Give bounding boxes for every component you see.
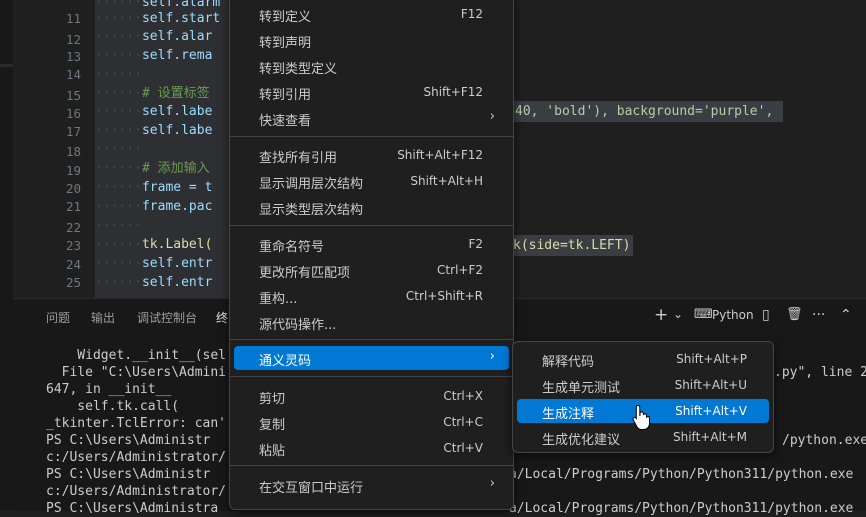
terminal-line: self.tk.call(	[46, 399, 180, 414]
line-number: 24	[65, 257, 81, 272]
menu-separator	[230, 465, 513, 466]
menu-item-source-action[interactable]: 源代码操作...	[234, 310, 509, 334]
code-line: self.rema	[141, 48, 213, 63]
menu-item-refactor[interactable]: 重构... Ctrl+Shift+R	[234, 284, 509, 308]
hand-cursor-icon	[632, 404, 650, 430]
terminal-line: _tkinter.TclError: can'	[46, 416, 227, 431]
code-line: frame.pac	[141, 199, 213, 214]
chevron-right-icon: ›	[489, 109, 495, 124]
chevron-right-icon: ›	[489, 349, 495, 364]
plus-icon[interactable]: +	[654, 305, 668, 325]
line-number: 17	[65, 124, 81, 139]
terminal-line: PS C:\Users\Administr	[46, 433, 211, 448]
menu-item-tongyi-lingma[interactable]: 通义灵码 ›	[234, 346, 509, 370]
code-line: self.labe	[141, 104, 213, 119]
menu-item-find-all-references[interactable]: 查找所有引用 Shift+Alt+F12	[234, 143, 509, 167]
line-number: 11	[65, 11, 81, 26]
terminal-icon[interactable]: ⌨	[694, 307, 713, 322]
line-number: 16	[65, 106, 81, 121]
menu-item-change-all-occurrences[interactable]: 更改所有匹配项 Ctrl+F2	[234, 258, 509, 282]
menu-separator	[230, 225, 513, 226]
submenu-item-generate-unit-test[interactable]: 生成单元测试 Shift+Alt+U	[517, 373, 769, 397]
line-number: 18	[65, 144, 81, 159]
code-line: frame = t	[141, 180, 213, 195]
line-number: 23	[65, 238, 81, 253]
submenu-tongyi-lingma: 解释代码 Shift+Alt+P 生成单元测试 Shift+Alt+U 生成注释 Sh…	[512, 341, 774, 453]
split-icon[interactable]: ▯	[762, 307, 770, 323]
menu-item-show-call-hierarchy[interactable]: 显示调用层次结构 Shift+Alt+H	[234, 169, 509, 193]
menu-item-go-to-references[interactable]: 转到引用 Shift+F12	[234, 80, 509, 104]
line-number: 19	[65, 163, 81, 178]
terminal-line: c:/Users/Administrator/	[46, 484, 227, 499]
code-fragment: 40, 'bold'), background='purple',	[515, 104, 774, 119]
menu-item-go-to-type-definition[interactable]: 转到类型定义	[234, 54, 509, 78]
more-icon[interactable]: ···	[812, 307, 825, 323]
terminal-line: a/Local/Programs/Python/Python311/python…	[509, 501, 854, 516]
line-number-gutter: 11 12 13 14 15 16 17 18 19 20 21 22 23 2…	[13, 0, 95, 298]
python-profile-label[interactable]: Python	[712, 308, 754, 322]
code-fragment: k(side=tk.LEFT)	[513, 238, 631, 253]
menu-item-go-to-definition[interactable]: 转到定义 F12	[234, 2, 509, 26]
code-line: tk.Label(	[141, 237, 213, 252]
trash-icon[interactable]: 🗑	[786, 307, 803, 322]
terminal-line: PS C:\Users\Administr	[46, 467, 211, 482]
menu-separator	[230, 376, 513, 377]
tab-output[interactable]: 输出	[91, 309, 115, 326]
menu-item-cut[interactable]: 剪切 Ctrl+X	[234, 384, 509, 408]
activity-marker	[0, 64, 13, 67]
terminal-line: 647, in __init__	[46, 382, 172, 397]
line-number: 25	[65, 275, 81, 290]
menu-item-rename-symbol[interactable]: 重命名符号 F2	[234, 232, 509, 256]
chevron-down-icon[interactable]: ⌄	[673, 307, 683, 321]
code-line: self.labe	[141, 123, 213, 138]
menu-separator	[230, 339, 513, 340]
collapse-icon[interactable]: ⌃	[840, 307, 852, 323]
menu-separator	[230, 136, 513, 137]
menu-item-paste[interactable]: 粘贴 Ctrl+V	[234, 436, 509, 460]
code-line: # 添加输入	[141, 161, 210, 176]
line-number: 22	[65, 220, 81, 235]
terminal-line: PS C:\Users\Administra	[46, 501, 219, 516]
code-line: self.start	[141, 11, 221, 26]
line-number: 21	[65, 199, 81, 214]
code-line: # 设置标签	[141, 86, 210, 101]
tab-terminal[interactable]: 终	[216, 309, 228, 326]
submenu-item-explain-code[interactable]: 解释代码 Shift+Alt+P	[517, 347, 769, 371]
menu-item-go-to-declaration[interactable]: 转到声明	[234, 28, 509, 52]
terminal-line: Widget.__init__(sel	[46, 348, 227, 363]
tab-problems[interactable]: 问题	[46, 309, 70, 326]
line-number: 15	[65, 88, 81, 103]
chevron-right-icon: ›	[489, 476, 495, 491]
terminal-line: a/Local/Programs/Python/Python311/python…	[509, 467, 854, 482]
line-number: 20	[65, 181, 81, 196]
menu-item-peek[interactable]: 快速查看 ›	[234, 106, 509, 130]
menu-item-run-in-interactive-window[interactable]: 在交互窗口中运行 ›	[234, 473, 509, 497]
line-number: 13	[65, 49, 81, 64]
terminal-line: File "C:\Users\Admini	[46, 365, 227, 380]
context-menu: 转到定义 F12 转到声明 转到类型定义 转到引用 Shift+F12 快速查看 › …	[229, 0, 514, 510]
activity-bar	[0, 0, 13, 510]
terminal-line: c:/Users/Administrator/	[46, 450, 227, 465]
code-line: self.entr	[141, 275, 213, 290]
code-line: self.alar	[141, 29, 213, 44]
tab-debug-console[interactable]: 调试控制台	[137, 309, 197, 326]
terminal-line: .py", line 2	[774, 365, 866, 380]
menu-item-copy[interactable]: 复制 Ctrl+C	[234, 410, 509, 434]
line-number: 14	[65, 67, 81, 82]
terminal-line: /python.exe	[782, 433, 866, 448]
code-line: self.entr	[141, 256, 213, 271]
menu-item-show-type-hierarchy[interactable]: 显示类型层次结构	[234, 195, 509, 219]
